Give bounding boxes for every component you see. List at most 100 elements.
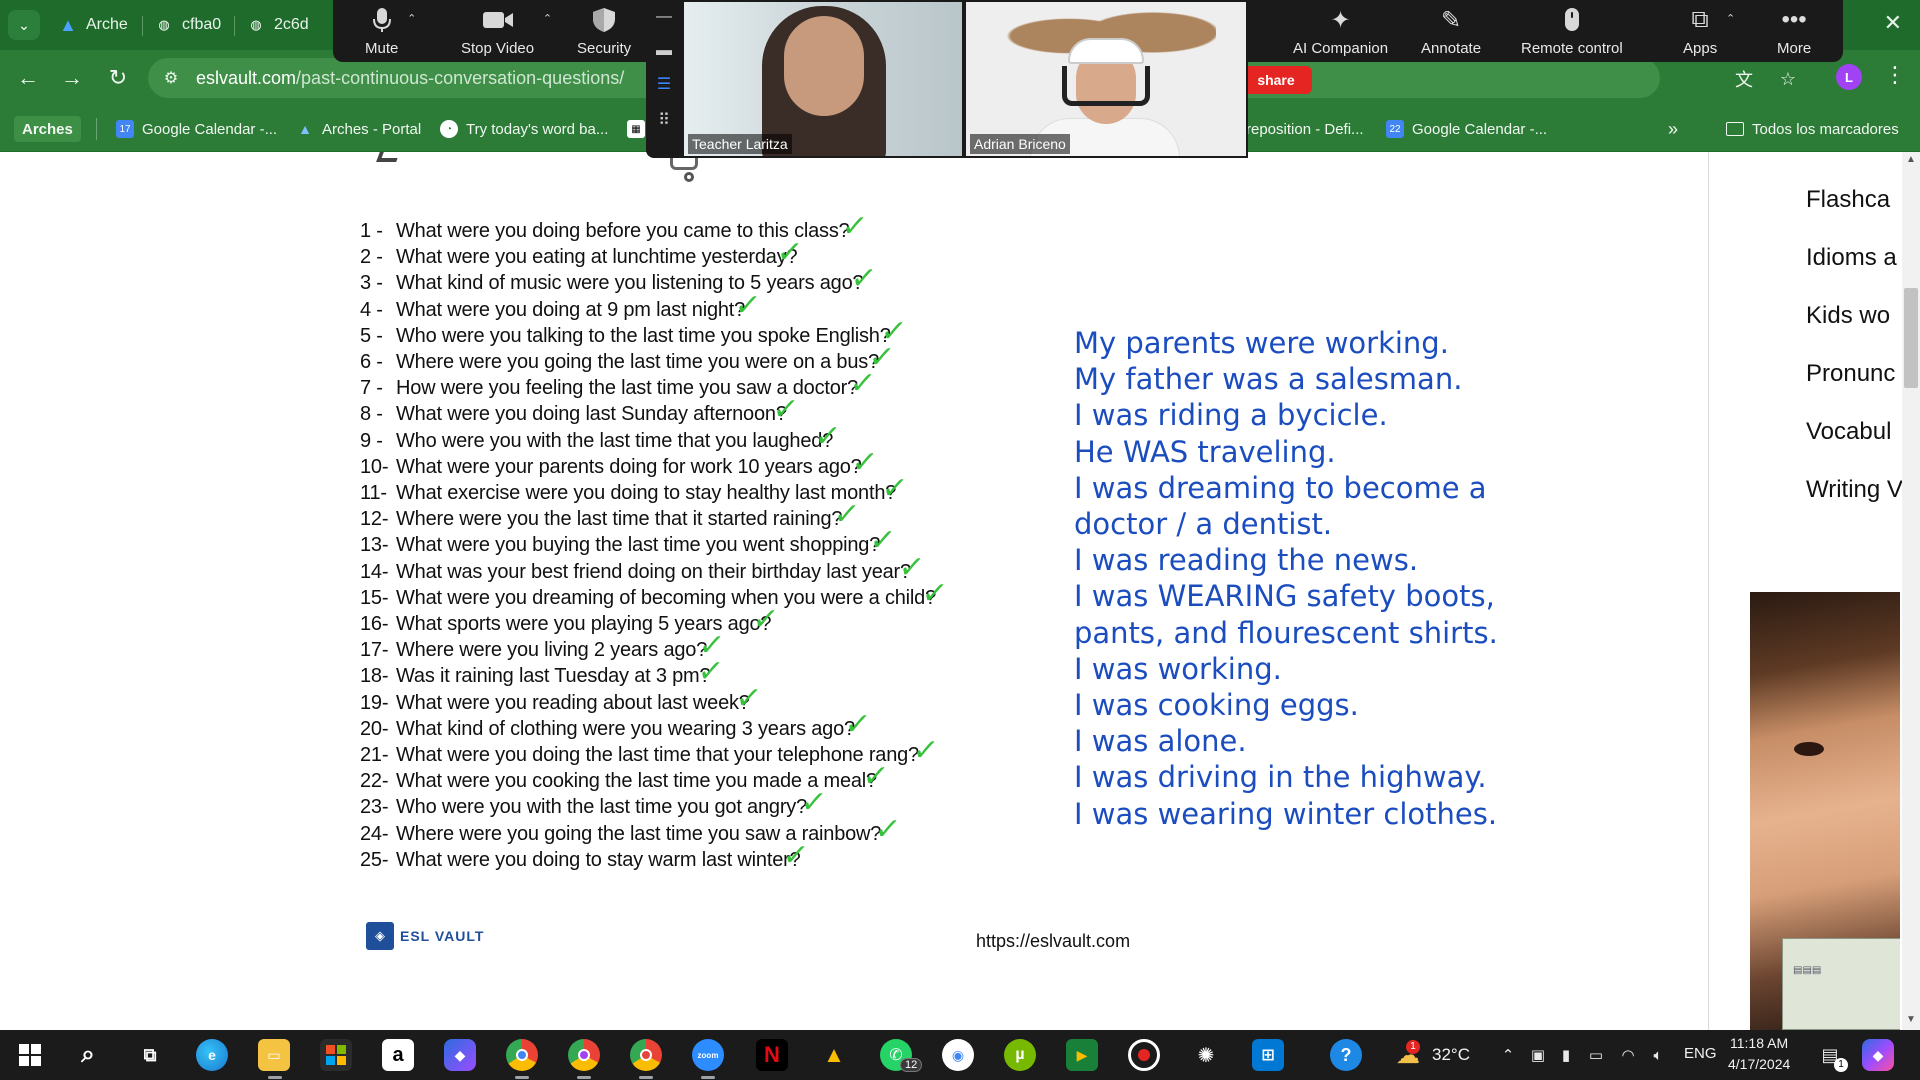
reload-icon[interactable]: ↻ bbox=[104, 64, 132, 92]
chatgpt-icon[interactable]: ✺ bbox=[1190, 1039, 1222, 1071]
tab-search-button[interactable]: ⌄ bbox=[8, 10, 40, 40]
forward-arrow-icon[interactable]: → bbox=[58, 64, 86, 92]
question-text: What was your best friend doing on their… bbox=[396, 560, 911, 583]
running-indicator bbox=[515, 1076, 529, 1079]
site-link[interactable]: https://eslvault.com bbox=[976, 931, 1130, 952]
chevron-down-icon[interactable]: ⌃ bbox=[543, 12, 552, 25]
chevron-down-icon[interactable]: ⌃ bbox=[1726, 12, 1735, 25]
screen-recorder-icon[interactable] bbox=[1128, 1039, 1160, 1071]
copilot-tray-icon[interactable]: ◆ bbox=[1862, 1039, 1894, 1071]
sidebar-link-writing[interactable]: Writing V bbox=[1806, 476, 1903, 504]
answer-line: doctor / a dentist. bbox=[1074, 507, 1333, 541]
task-view-icon[interactable]: ⧉ bbox=[134, 1039, 166, 1071]
file-explorer-icon[interactable]: ▭ bbox=[258, 1039, 290, 1071]
sidebar-link-vocabulary[interactable]: Vocabul bbox=[1806, 418, 1891, 446]
bookmark-reposition-definition[interactable]: reposition - Defi... bbox=[1246, 116, 1364, 142]
screen-share-indicator[interactable]: share bbox=[1240, 66, 1312, 94]
chrome-profile-icon[interactable] bbox=[568, 1039, 600, 1071]
bookmark-arches[interactable]: Arches bbox=[14, 116, 81, 142]
search-icon[interactable]: ⌕ bbox=[72, 1039, 104, 1071]
stop-video-button[interactable]: Stop Video ⌃ bbox=[461, 6, 552, 57]
question-number: 14- bbox=[360, 560, 389, 583]
security-button[interactable]: Security bbox=[577, 6, 631, 57]
bookmark-google-calendar-2[interactable]: 22 Google Calendar -... bbox=[1386, 116, 1547, 142]
bookmarks-overflow-icon[interactable]: » bbox=[1668, 116, 1678, 142]
back-arrow-icon[interactable]: ← bbox=[14, 64, 42, 92]
participant-video-teacher[interactable]: Teacher Laritza bbox=[682, 0, 964, 158]
clock-date[interactable]: 4/17/2024 bbox=[1728, 1056, 1790, 1072]
browser-tab-cfba0[interactable]: ◍ cfba0 bbox=[154, 8, 226, 42]
browser-tab-2c6d[interactable]: ◍ 2c6d bbox=[246, 8, 320, 42]
browser-menu-icon[interactable]: ⋮ bbox=[1884, 62, 1906, 88]
microphone-icon bbox=[372, 6, 391, 34]
microphone-tray-icon[interactable]: ▮ bbox=[1556, 1045, 1576, 1065]
participant-video-student[interactable]: Adrian Briceno bbox=[964, 0, 1248, 158]
volume-icon[interactable]: 🔈︎ bbox=[1648, 1045, 1668, 1065]
bookmark-google-calendar-1[interactable]: 17 Google Calendar -... bbox=[116, 116, 277, 142]
language-indicator[interactable]: ENG bbox=[1684, 1045, 1717, 1062]
speaker-view-icon[interactable]: ☰ bbox=[654, 74, 674, 94]
chevron-down-icon[interactable]: ⌃ bbox=[407, 12, 416, 25]
mute-button[interactable]: Mute ⌃ bbox=[365, 6, 416, 57]
wifi-icon[interactable]: ◠ bbox=[1618, 1045, 1638, 1065]
calendar-icon: 17 bbox=[116, 120, 134, 138]
amazon-icon[interactable]: a bbox=[382, 1039, 414, 1071]
sidebar-link-kids-worksheets[interactable]: Kids wo bbox=[1806, 302, 1890, 330]
bookmark-arches-portal[interactable]: ▲ Arches - Portal bbox=[296, 116, 421, 142]
page-scrollbar[interactable] bbox=[1902, 152, 1920, 1030]
bookmark-word-game[interactable]: ◔ Try today's word ba... bbox=[440, 116, 608, 142]
sidebar-link-pronunciation[interactable]: Pronunc bbox=[1806, 360, 1895, 388]
scroll-down-icon[interactable]: ▼ bbox=[1904, 1014, 1918, 1025]
mouse-icon bbox=[1564, 6, 1580, 34]
control-label: More bbox=[1777, 40, 1812, 57]
bookmark-folder[interactable]: ▦ bbox=[627, 116, 645, 142]
copilot-icon[interactable]: ◆ bbox=[444, 1039, 476, 1071]
bookmark-star-icon[interactable]: ☆ bbox=[1776, 67, 1800, 91]
chrome-alt-icon[interactable]: ◉ bbox=[942, 1039, 974, 1071]
remote-control-button[interactable]: Remote control bbox=[1521, 6, 1623, 57]
question-number: 4 - bbox=[360, 298, 383, 321]
profile-avatar[interactable]: L bbox=[1836, 64, 1862, 90]
google-drive-icon[interactable]: ▲ bbox=[818, 1039, 850, 1071]
window-close-icon[interactable]: ✕ bbox=[1884, 10, 1902, 36]
minimize-icon[interactable]: — bbox=[654, 8, 674, 26]
running-indicator bbox=[577, 1076, 591, 1079]
check-mark-icon: ✓ bbox=[867, 524, 898, 558]
esl-vault-logo[interactable]: ◈ ESL VAULT bbox=[366, 922, 484, 950]
whatsapp-badge: 12 bbox=[900, 1058, 923, 1072]
running-indicator bbox=[639, 1076, 653, 1079]
sidebar-link-idioms[interactable]: Idioms a bbox=[1806, 244, 1897, 272]
sidebar-link-flashcards[interactable]: Flashca bbox=[1806, 186, 1890, 214]
scroll-up-icon[interactable]: ▲ bbox=[1904, 154, 1918, 165]
scrollbar-thumb[interactable] bbox=[1904, 288, 1918, 388]
advertisement-image[interactable]: ▤▤▤ bbox=[1750, 592, 1900, 1030]
microsoft-store-icon[interactable] bbox=[320, 1039, 352, 1071]
utorrent-icon[interactable]: µ bbox=[1004, 1039, 1036, 1071]
temperature-label[interactable]: 32°C bbox=[1432, 1045, 1470, 1065]
apps-button[interactable]: ⧉ Apps ⌃ bbox=[1683, 6, 1735, 57]
browser-tab-arches[interactable]: ▲ Arche bbox=[58, 8, 138, 42]
clock-time[interactable]: 11:18 AM bbox=[1730, 1035, 1788, 1051]
netflix-icon[interactable]: N bbox=[756, 1039, 788, 1071]
help-icon[interactable]: ? bbox=[1330, 1039, 1362, 1071]
all-bookmarks-button[interactable]: Todos los marcadores bbox=[1726, 116, 1899, 142]
edge-browser-icon[interactable]: e bbox=[196, 1039, 228, 1071]
zoom-app-icon[interactable]: zoom bbox=[692, 1039, 724, 1071]
site-settings-icon[interactable]: ⚙ bbox=[160, 67, 182, 89]
single-view-icon[interactable]: ▬ bbox=[654, 42, 674, 60]
windows-start-icon[interactable] bbox=[14, 1039, 46, 1071]
chrome-icon[interactable] bbox=[506, 1039, 538, 1071]
ai-companion-button[interactable]: ✦ AI Companion bbox=[1293, 6, 1388, 58]
device-icon[interactable]: ▣ bbox=[1528, 1045, 1548, 1065]
battery-icon[interactable]: ▭ bbox=[1586, 1045, 1606, 1065]
tray-overflow-icon[interactable]: ⌃ bbox=[1498, 1045, 1518, 1065]
chrome-profile-icon[interactable] bbox=[630, 1039, 662, 1071]
google-meet-icon[interactable]: ▶ bbox=[1066, 1039, 1098, 1071]
translate-icon[interactable]: 文 bbox=[1732, 67, 1756, 91]
annotate-button[interactable]: ✎ Annotate bbox=[1421, 6, 1481, 58]
gallery-view-icon[interactable]: ⠿ bbox=[654, 110, 674, 130]
more-button[interactable]: ••• More bbox=[1777, 6, 1811, 57]
windows-app-icon[interactable]: ⊞ bbox=[1252, 1039, 1284, 1071]
tab-title: cfba0 bbox=[182, 16, 222, 33]
more-dots-icon: ••• bbox=[1781, 6, 1807, 33]
